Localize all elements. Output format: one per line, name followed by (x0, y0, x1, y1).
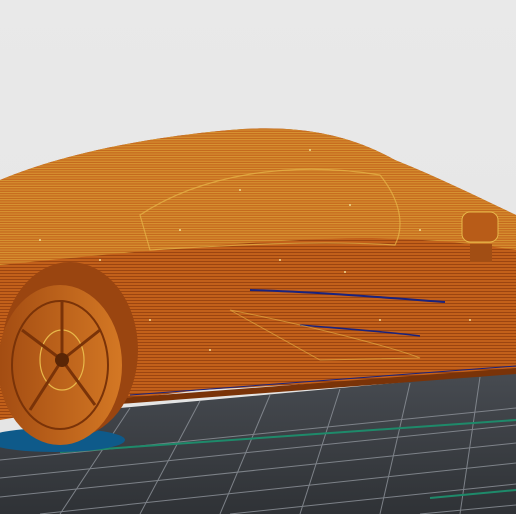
scene-canvas[interactable] (0, 0, 516, 514)
3d-preview-viewport[interactable] (0, 0, 516, 514)
